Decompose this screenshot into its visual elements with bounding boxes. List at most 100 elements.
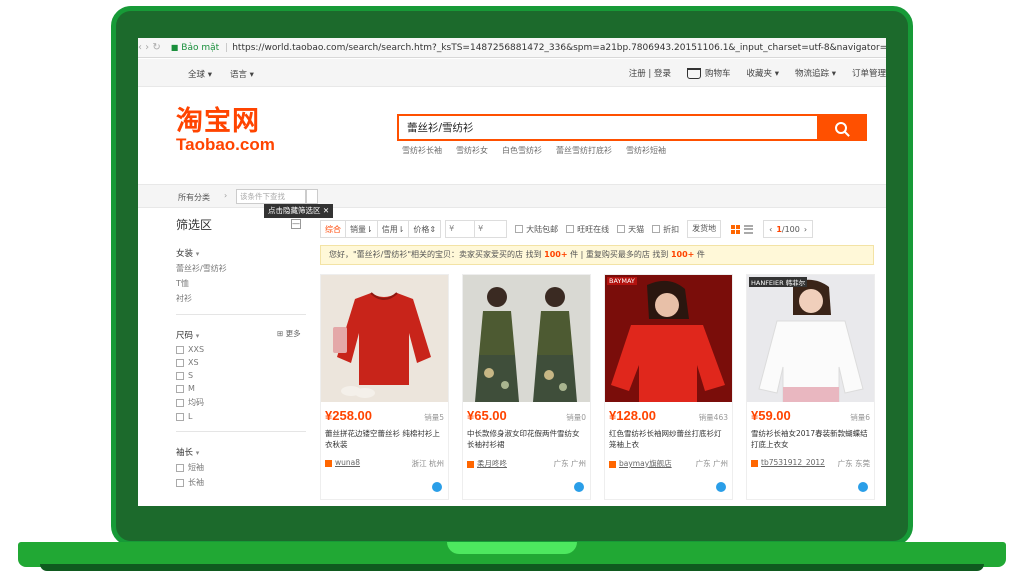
shop-icon [325,459,332,467]
product-grid: ¥258.00 销量5 蕾丝拼花边镂空蕾丝衫 纯棉衬衫上衣秋装 wuna8 浙江 杭… [320,274,876,500]
product-image[interactable]: HANFEIER 韩菲尔 [747,275,874,402]
hot-link[interactable]: 白色雪纺衫 [502,145,542,156]
product-sales: 销量0 [566,413,586,422]
collapse-button[interactable]: — [291,219,301,229]
tmall-checkbox[interactable]: 天猫 [617,224,644,235]
list-view-icon[interactable] [744,224,754,234]
product-sales: 销量6 [850,413,870,422]
product-card[interactable]: BAYMAY ¥128.00 销量463 红色雪纺衫长袖网纱蕾丝打底衫灯笼袖上衣 … [604,274,733,500]
wangwang-chat-icon[interactable] [574,482,584,492]
women-item[interactable]: 衬衫 [176,293,306,304]
url-separator: | [225,42,229,53]
favorites-menu[interactable]: 收藏夹 ▾ [747,67,779,79]
back-forward-icons[interactable]: ‹ › ↻ [138,42,161,53]
size-checkbox[interactable]: M [176,384,306,393]
size-checkbox[interactable]: XXS [176,345,306,354]
orders-link[interactable]: 订单管理 [852,67,886,79]
shop-link[interactable]: 柔月咚咚 [467,458,507,469]
address-bar[interactable]: ‹ › ↻ ■ Bảo mật | https://world.taobao.c… [138,38,886,58]
product-image[interactable] [321,275,448,402]
sidebar-title: 筛选区 [176,218,213,232]
product-image[interactable] [463,275,590,402]
logistics-menu[interactable]: 物流追踪 ▾ [795,67,836,79]
hot-link[interactable]: 雪纺衫女 [456,145,488,156]
discount-checkbox[interactable]: 折扣 [652,224,679,235]
product-title[interactable]: 雪纺衫长袖女2017春装新款蝴蝶结打底上衣女 [747,423,874,453]
size-checkbox[interactable]: L [176,412,306,421]
size-checkbox[interactable]: 均码 [176,397,306,408]
notice-count: 100+ [544,250,568,259]
view-toggle [731,224,754,234]
hot-link[interactable]: 蕾丝雪纺打底衫 [556,145,612,156]
category-search-input[interactable]: 该条件下查找 [236,189,306,204]
divider [176,314,306,315]
shop-link[interactable]: baymay旗舰店 [609,458,672,469]
cart-icon [687,68,701,79]
url-text[interactable]: https://world.taobao.com/search/search.h… [232,43,886,53]
product-title[interactable]: 中长款修身淑女印花假两件雪纺女长袖衬衫裙 [463,423,590,453]
hot-link[interactable]: 雪纺衫短袖 [626,145,666,156]
product-location: 广东 广州 [695,459,728,468]
wangwang-chat-icon[interactable] [432,482,442,492]
product-price: ¥258.00 [325,408,372,423]
browser-screen: ‹ › ↻ ■ Bảo mật | https://world.taobao.c… [138,38,886,506]
laptop-base-shadow [40,564,984,571]
sort-filter-bar: 综合 销量⇂ 信用⇂ 价格⇕ ¥ ¥ 大陆包邮 旺旺在线 天猫 折扣 发货地 ‹… [320,219,874,239]
product-price: ¥59.00 [751,408,791,423]
price-to-input[interactable]: ¥ [475,220,508,238]
product-location: 浙江 杭州 [411,459,444,468]
search-notice: 您好，"蕾丝衫/雪纺衫"相关的宝贝：卖家买家爱买的店 找到 100+ 件 | 重… [320,245,874,265]
sort-default[interactable]: 综合 [320,220,346,238]
shop-icon [467,460,474,468]
divider [176,431,306,432]
shop-icon [751,459,758,467]
taobao-logo[interactable]: 淘宝网 Taobao.com [176,108,275,154]
sleeve-checkbox[interactable]: 长袖 [176,477,306,488]
language-menu[interactable]: 语言 ▾ [230,68,254,80]
women-group-title[interactable]: 女装 ▾ [176,247,306,259]
filter-sidebar: 筛选区 — 女装 ▾ 蕾丝衫/雪纺衫 T恤 衬衫 尺码 ▾ ⊞ 更多 XXS X… [176,216,306,488]
wangwang-chat-icon[interactable] [858,482,868,492]
sort-sales[interactable]: 销量⇂ [346,220,378,238]
product-card[interactable]: ¥258.00 销量5 蕾丝拼花边镂空蕾丝衫 纯棉衬衫上衣秋装 wuna8 浙江 杭… [320,274,449,500]
product-image[interactable]: BAYMAY [605,275,732,402]
prev-page-icon[interactable]: ‹ [769,225,772,234]
search-input[interactable] [399,116,817,139]
region-menu[interactable]: 全球 ▾ [188,68,212,80]
product-sales: 销量5 [424,413,444,422]
product-sales: 销量463 [698,413,728,422]
login-link[interactable]: 注册 | 登录 [629,67,671,79]
size-checkbox[interactable]: XS [176,358,306,367]
search-button[interactable] [817,116,865,139]
price-from-input[interactable]: ¥ [445,220,476,238]
women-item[interactable]: T恤 [176,278,306,289]
sort-credit[interactable]: 信用⇂ [377,220,410,238]
grid-view-icon[interactable] [731,224,741,234]
brand-tag: BAYMAY [607,277,637,285]
product-card[interactable]: ¥65.00 销量0 中长款修身淑女印花假两件雪纺女长袖衬衫裙 柔月咚咚 广东 广州 [462,274,591,500]
free-shipping-checkbox[interactable]: 大陆包邮 [515,224,558,235]
next-page-icon[interactable]: › [804,225,807,234]
size-group-title[interactable]: 尺码 ▾ ⊞ 更多 [176,329,306,341]
product-card[interactable]: HANFEIER 韩菲尔 ¥59.00 销量6 雪纺衫长袖女2017春装新款蝴蝶结… [746,274,875,500]
laptop-mockup: ‹ › ↻ ■ Bảo mật | https://world.taobao.c… [0,0,1024,576]
brand-tag: HANFEIER 韩菲尔 [749,277,808,287]
sleeve-group-title[interactable]: 袖长 ▾ [176,446,306,458]
more-sizes-link[interactable]: ⊞ 更多 [277,328,301,339]
category-search-button[interactable] [306,189,318,204]
shop-link[interactable]: tb7531912_2012 [751,458,825,469]
product-title[interactable]: 蕾丝拼花边镂空蕾丝衫 纯棉衬衫上衣秋装 [321,423,448,453]
wangwang-chat-icon[interactable] [716,482,726,492]
sleeve-checkbox[interactable]: 短袖 [176,462,306,473]
hot-link[interactable]: 雪纺衫长袖 [402,145,442,156]
site-topbar: 全球 ▾ 语言 ▾ 注册 | 登录 购物车 收藏夹 ▾ 物流追踪 ▾ 订单管理 [138,59,886,87]
size-checkbox[interactable]: S [176,371,306,380]
wangwang-online-checkbox[interactable]: 旺旺在线 [566,224,609,235]
all-categories-link[interactable]: 所有分类 [178,192,210,203]
ship-from-dropdown[interactable]: 发货地 [687,220,722,238]
cart-link[interactable]: 购物车 [687,67,731,79]
shop-link[interactable]: wuna8 [325,458,360,469]
product-title[interactable]: 红色雪纺衫长袖网纱蕾丝打底衫灯笼袖上衣 [605,423,732,453]
women-item[interactable]: 蕾丝衫/雪纺衫 [176,263,306,274]
sort-price[interactable]: 价格⇕ [409,220,442,238]
